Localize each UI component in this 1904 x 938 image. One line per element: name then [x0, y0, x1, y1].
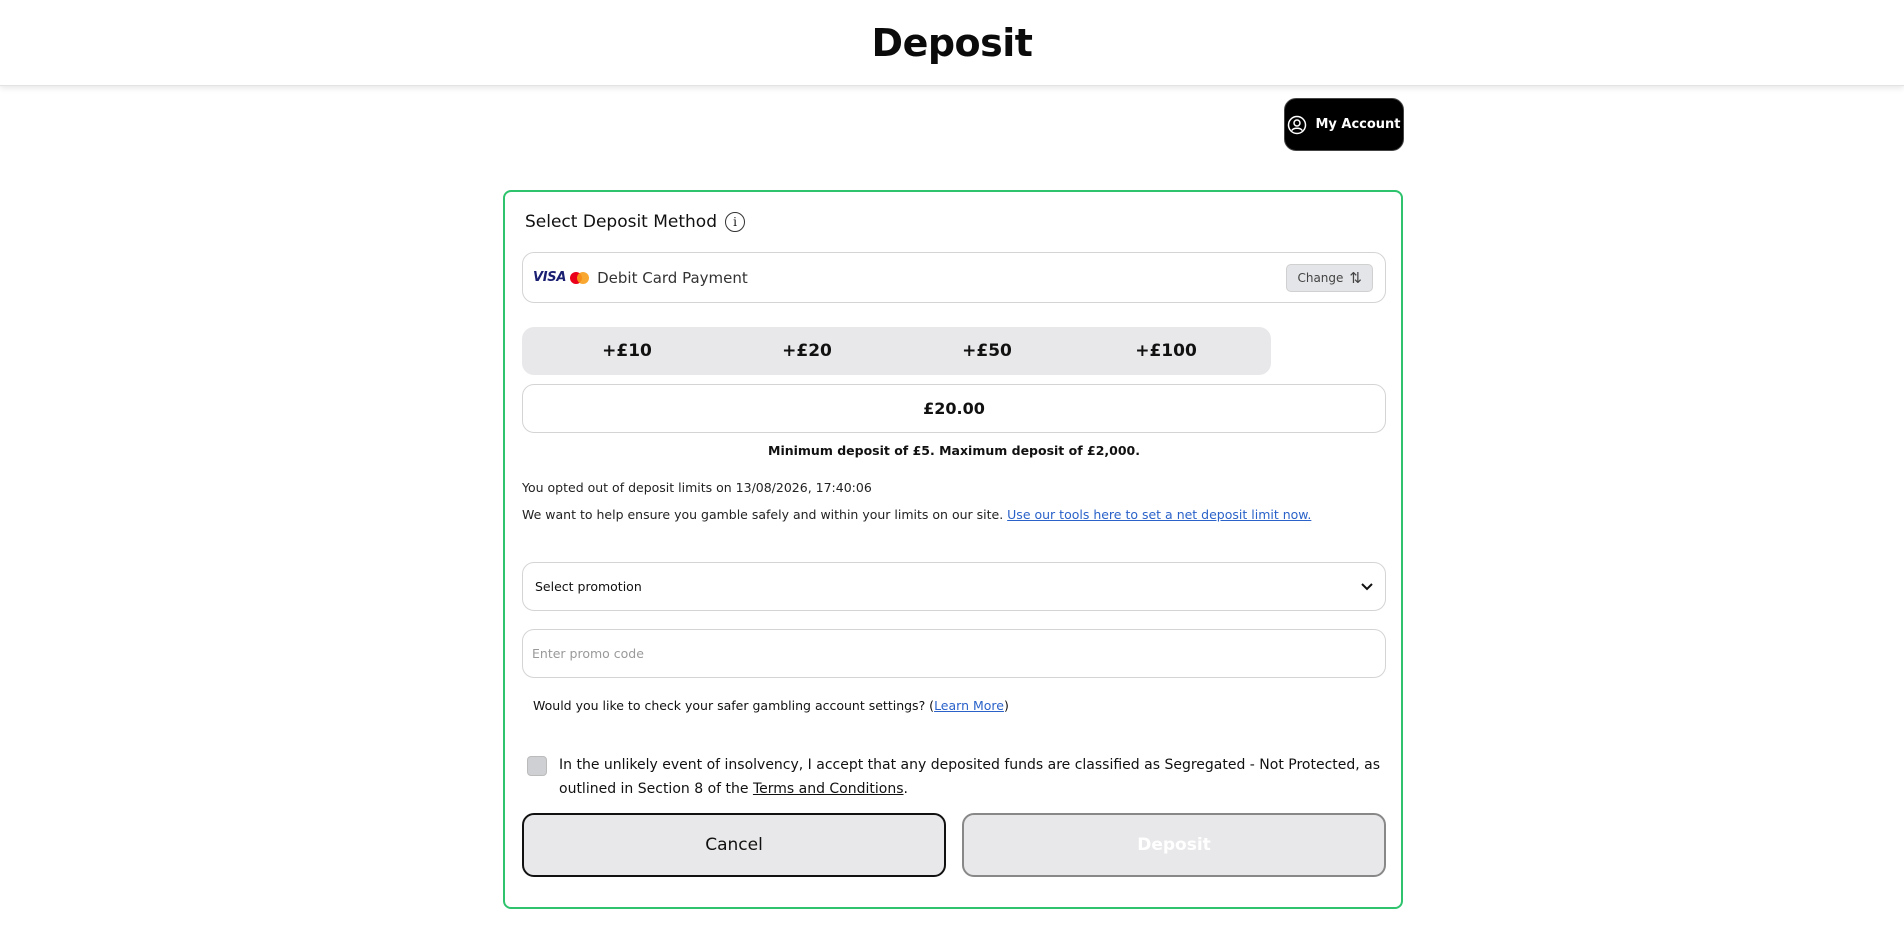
- consent-checkbox[interactable]: [527, 756, 547, 776]
- consent-text: In the unlikely event of insolvency, I a…: [559, 753, 1387, 801]
- quick-amount-10-button[interactable]: +£10: [522, 327, 732, 375]
- safety-notice: We want to help ensure you gamble safely…: [522, 507, 1311, 522]
- safety-text: We want to help ensure you gamble safely…: [522, 507, 1004, 522]
- visa-logo: VISA: [533, 270, 567, 285]
- deposit-method-heading: Select Deposit Method i: [525, 212, 745, 232]
- optout-notice: You opted out of deposit limits on 13/08…: [522, 480, 872, 495]
- user-circle-icon: [1287, 115, 1307, 135]
- terms-link[interactable]: Terms and Conditions: [753, 781, 904, 797]
- change-method-button[interactable]: Change ⇅: [1286, 264, 1373, 292]
- deposit-amount-field[interactable]: £20.00: [522, 384, 1386, 433]
- promotion-selected-value: Select promotion: [535, 579, 642, 594]
- chevron-down-icon: [1361, 580, 1373, 594]
- deposit-method-label: Debit Card Payment: [597, 268, 748, 287]
- insolvency-consent: In the unlikely event of insolvency, I a…: [527, 753, 1387, 801]
- safer-gambling-prompt: Would you like to check your safer gambl…: [533, 698, 1009, 713]
- safer-gambling-close: ): [1003, 698, 1009, 713]
- deposit-method-selector: VISA Debit Card Payment Change ⇅: [522, 252, 1386, 303]
- quick-amount-20-button[interactable]: +£20: [702, 327, 912, 375]
- swap-vertical-icon: ⇅: [1349, 269, 1362, 287]
- promo-code-input[interactable]: [522, 629, 1386, 678]
- header-bar: Deposit: [0, 0, 1904, 86]
- my-account-label: My Account: [1315, 117, 1401, 132]
- cancel-button[interactable]: Cancel: [522, 813, 946, 877]
- deposit-limit-link[interactable]: Use our tools here to set a net deposit …: [1007, 507, 1311, 522]
- learn-more-link[interactable]: Learn More: [934, 698, 1004, 713]
- quick-amount-100-button[interactable]: +£100: [1061, 327, 1271, 375]
- consent-end: .: [903, 781, 908, 797]
- consent-body: In the unlikely event of insolvency, I a…: [559, 757, 1381, 797]
- safer-gambling-text: Would you like to check your safer gambl…: [533, 698, 935, 713]
- page-title: Deposit: [871, 20, 1033, 65]
- mastercard-icon: [570, 271, 590, 284]
- deposit-method-title: Select Deposit Method: [525, 212, 717, 232]
- my-account-button[interactable]: My Account: [1284, 98, 1404, 151]
- deposit-button[interactable]: Deposit: [962, 813, 1386, 877]
- deposit-limits-text: Minimum deposit of £5. Maximum deposit o…: [768, 443, 1140, 458]
- promotion-select[interactable]: Select promotion: [522, 562, 1386, 611]
- deposit-card: Select Deposit Method i VISA Debit Card …: [503, 190, 1403, 909]
- info-icon[interactable]: i: [725, 212, 745, 232]
- change-label: Change: [1297, 271, 1344, 285]
